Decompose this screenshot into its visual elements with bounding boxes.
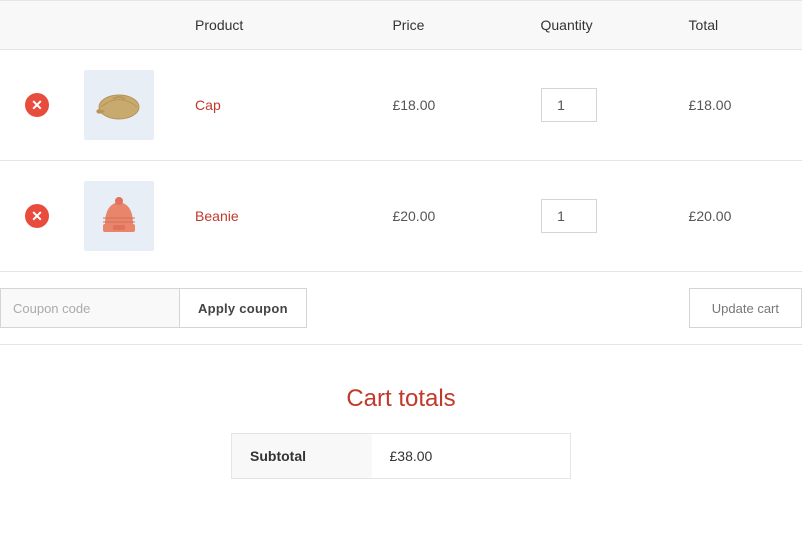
cart-totals-table: Subtotal £38.00 bbox=[231, 433, 571, 479]
remove-cell-cap: ✕ bbox=[0, 50, 74, 161]
remove-icon-beanie: ✕ bbox=[25, 204, 49, 228]
cart-table: Product Price Quantity Total ✕ bbox=[0, 0, 802, 272]
update-cart-button[interactable]: Update cart bbox=[689, 288, 802, 328]
col-header-total: Total bbox=[679, 1, 802, 50]
qty-cell-beanie bbox=[531, 161, 679, 272]
product-image-cap bbox=[84, 70, 154, 140]
product-link-cap[interactable]: Cap bbox=[195, 97, 221, 113]
product-image-beanie bbox=[84, 181, 154, 251]
qty-cell-cap bbox=[531, 50, 679, 161]
table-row: ✕ bbox=[0, 50, 802, 161]
remove-cell-beanie: ✕ bbox=[0, 161, 74, 272]
product-link-beanie[interactable]: Beanie bbox=[195, 208, 239, 224]
cart-totals-title: Cart totals bbox=[346, 385, 455, 413]
coupon-code-input[interactable] bbox=[0, 288, 180, 328]
product-name-cell-beanie: Beanie bbox=[185, 161, 382, 272]
col-header-product: Product bbox=[185, 1, 382, 50]
quantity-input-beanie[interactable] bbox=[541, 199, 597, 233]
subtotal-value: £38.00 bbox=[372, 434, 571, 479]
price-cell-cap: £18.00 bbox=[382, 50, 530, 161]
col-header-price: Price bbox=[382, 1, 530, 50]
subtotal-label: Subtotal bbox=[232, 434, 372, 479]
price-cell-beanie: £20.00 bbox=[382, 161, 530, 272]
product-name-cell-cap: Cap bbox=[185, 50, 382, 161]
image-cell-cap bbox=[74, 50, 185, 161]
image-cell-beanie bbox=[74, 161, 185, 272]
total-cell-beanie: £20.00 bbox=[679, 161, 802, 272]
cap-image-svg bbox=[91, 77, 147, 133]
beanie-image-svg bbox=[91, 188, 147, 244]
remove-button-beanie[interactable]: ✕ bbox=[25, 204, 49, 228]
col-header-quantity: Quantity bbox=[531, 1, 679, 50]
col-header-remove bbox=[0, 1, 74, 50]
cart-container: Product Price Quantity Total ✕ bbox=[0, 0, 802, 543]
cart-actions-row: Apply coupon Update cart bbox=[0, 272, 802, 345]
quantity-input-cap[interactable] bbox=[541, 88, 597, 122]
col-header-image bbox=[74, 1, 185, 50]
table-header-row: Product Price Quantity Total bbox=[0, 1, 802, 50]
remove-button-cap[interactable]: ✕ bbox=[25, 93, 49, 117]
subtotal-row: Subtotal £38.00 bbox=[232, 434, 571, 479]
remove-icon-cap: ✕ bbox=[25, 93, 49, 117]
cart-totals-section: Cart totals Subtotal £38.00 bbox=[0, 345, 802, 499]
coupon-section: Apply coupon bbox=[0, 288, 307, 328]
apply-coupon-button[interactable]: Apply coupon bbox=[180, 288, 307, 328]
table-row: ✕ bbox=[0, 161, 802, 272]
total-cell-cap: £18.00 bbox=[679, 50, 802, 161]
